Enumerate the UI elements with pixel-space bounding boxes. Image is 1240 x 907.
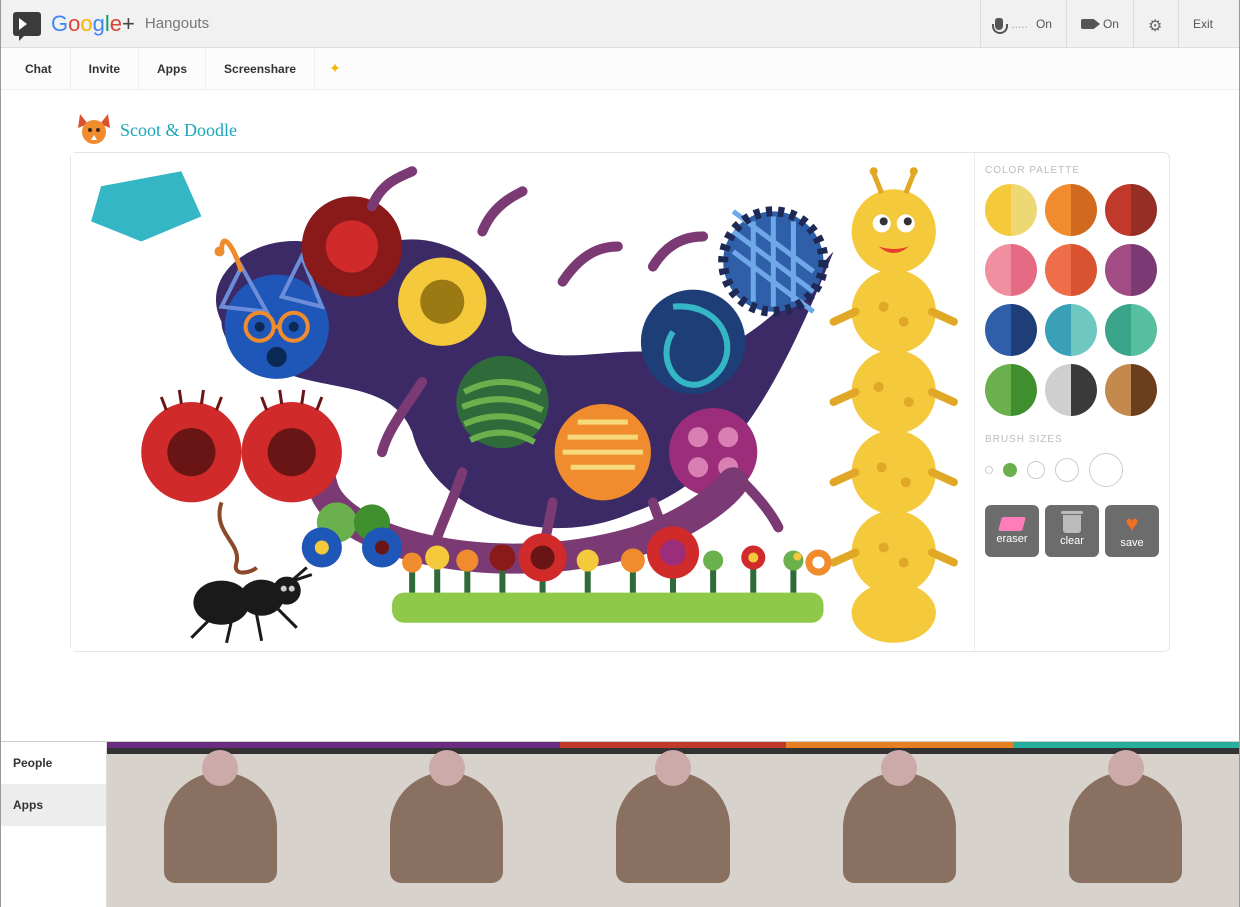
eraser-button[interactable]: eraser — [985, 505, 1039, 557]
mic-status: On — [1036, 17, 1052, 31]
brush-size-4[interactable] — [1089, 453, 1123, 487]
product-name: Hangouts — [145, 15, 209, 32]
save-label: save — [1120, 537, 1143, 549]
trash-icon — [1063, 515, 1081, 533]
subnav-screenshare[interactable]: Screenshare — [206, 48, 315, 90]
brush-size-1[interactable] — [1003, 463, 1017, 477]
color-swatch-6[interactable] — [985, 304, 1037, 356]
mic-prefix: ..... — [1011, 17, 1028, 31]
eraser-label: eraser — [996, 533, 1027, 545]
brush-size-3[interactable] — [1055, 458, 1079, 482]
clear-button[interactable]: clear — [1045, 505, 1099, 557]
effects-button[interactable]: ✦ — [315, 60, 355, 77]
participant-thumb-4[interactable] — [1013, 742, 1239, 907]
hangouts-subnav: Chat Invite Apps Screenshare ✦ — [1, 48, 1239, 90]
microphone-icon — [995, 18, 1003, 30]
app-stage: Scoot & Doodle — [1, 90, 1239, 741]
brush-sizes-label: BRUSH SIZES — [985, 434, 1159, 445]
subnav-chat[interactable]: Chat — [7, 48, 71, 90]
color-swatch-5[interactable] — [1105, 244, 1157, 296]
participants-strip: People Apps — [1, 741, 1239, 907]
camera-icon — [1081, 19, 1095, 29]
color-swatch-0[interactable] — [985, 184, 1037, 236]
google-plus-logo: Google+ — [51, 11, 135, 37]
scoot-doodle-fox-icon — [74, 110, 114, 150]
clear-label: clear — [1060, 535, 1084, 547]
color-swatch-11[interactable] — [1105, 364, 1157, 416]
color-swatch-10[interactable] — [1045, 364, 1097, 416]
bottom-tab-people[interactable]: People — [1, 742, 106, 784]
participant-filmstrip — [107, 742, 1239, 907]
participant-thumb-1[interactable] — [333, 742, 559, 907]
tools-panel: COLOR PALETTE BRUSH SIZES eraser clear — [975, 153, 1169, 651]
brush-sizes — [985, 453, 1159, 487]
color-swatch-9[interactable] — [985, 364, 1037, 416]
color-swatch-2[interactable] — [1105, 184, 1157, 236]
color-palette-label: COLOR PALETTE — [985, 165, 1159, 176]
bottom-tab-apps[interactable]: Apps — [1, 784, 106, 826]
subnav-invite[interactable]: Invite — [71, 48, 139, 90]
color-swatch-3[interactable] — [985, 244, 1037, 296]
brush-size-0[interactable] — [985, 466, 993, 474]
heart-icon: ♥ — [1125, 513, 1138, 535]
camera-toggle[interactable]: On — [1066, 0, 1133, 48]
bottom-sidebar: People Apps — [1, 742, 107, 907]
participant-thumb-0[interactable] — [107, 742, 333, 907]
subnav-apps[interactable]: Apps — [139, 48, 206, 90]
exit-button[interactable]: Exit — [1178, 0, 1227, 48]
color-swatch-8[interactable] — [1105, 304, 1157, 356]
camera-status: On — [1103, 17, 1119, 31]
exit-label: Exit — [1193, 17, 1213, 31]
app-title: Scoot & Doodle — [120, 120, 237, 141]
color-swatch-7[interactable] — [1045, 304, 1097, 356]
participant-thumb-3[interactable] — [786, 742, 1012, 907]
hangouts-topbar: Google+ Hangouts ..... On On ⚙ Exit — [1, 0, 1239, 48]
participant-thumb-2[interactable] — [560, 742, 786, 907]
save-button[interactable]: ♥ save — [1105, 505, 1159, 557]
settings-button[interactable]: ⚙ — [1133, 0, 1178, 48]
color-palette — [985, 184, 1159, 416]
mic-toggle[interactable]: ..... On — [980, 0, 1066, 48]
gear-icon: ⚙ — [1148, 16, 1164, 32]
hangouts-logo-icon — [13, 12, 41, 36]
eraser-icon — [998, 517, 1026, 531]
drawing-canvas[interactable] — [71, 153, 975, 651]
color-swatch-1[interactable] — [1045, 184, 1097, 236]
brush-size-2[interactable] — [1027, 461, 1045, 479]
color-swatch-4[interactable] — [1045, 244, 1097, 296]
